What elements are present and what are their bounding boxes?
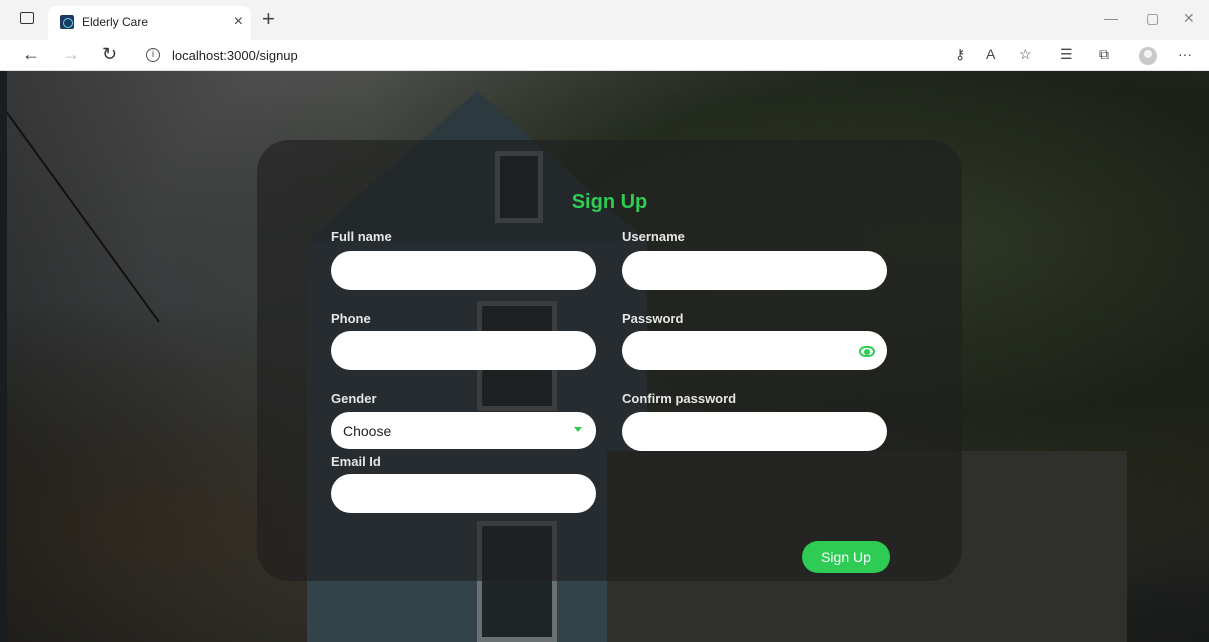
tab-title: Elderly Care (82, 15, 149, 29)
full-name-label: Full name (331, 229, 392, 244)
background-power-line (7, 111, 160, 323)
react-favicon-icon (60, 15, 74, 29)
password-input[interactable] (622, 331, 887, 370)
gender-selected-value: Choose (343, 423, 392, 439)
phone-input[interactable] (331, 331, 596, 370)
gender-label: Gender (331, 391, 377, 406)
email-label: Email Id (331, 454, 381, 469)
page-title: Sign Up (571, 191, 648, 213)
phone-label: Phone (331, 311, 371, 326)
tab-bar: Elderly Care × + — ▢ ✕ (0, 0, 1209, 40)
gender-select[interactable]: Choose (331, 412, 596, 449)
favorite-star-icon[interactable]: ☆ (1019, 46, 1032, 63)
full-name-input[interactable] (331, 251, 596, 290)
username-input[interactable] (622, 251, 887, 290)
refresh-icon[interactable]: ↻ (102, 44, 117, 65)
key-icon[interactable]: ⚷ (955, 46, 965, 63)
restore-icon[interactable]: ▢ (1146, 10, 1159, 27)
show-password-eye-icon[interactable] (859, 346, 875, 357)
back-arrow-icon[interactable]: ← (22, 44, 40, 65)
tab-actions-icon[interactable] (20, 12, 34, 24)
site-info-icon[interactable]: i (146, 48, 160, 62)
url-field[interactable]: localhost:3000/signup (172, 48, 298, 63)
new-tab-button[interactable]: + (262, 6, 275, 32)
collections-icon[interactable]: ⧉ (1099, 46, 1109, 63)
minimize-icon[interactable]: — (1104, 10, 1118, 26)
address-bar: ← → ↻ i localhost:3000/signup ⚷ A ☆ ☰ ⧉ … (0, 40, 1209, 71)
signup-page: Sign Up Full name Username Phone Passwor… (7, 71, 1209, 642)
sign-up-button[interactable]: Sign Up (802, 541, 890, 573)
favorites-list-icon[interactable]: ☰ (1060, 46, 1073, 63)
close-tab-icon[interactable]: × (234, 13, 243, 31)
browser-tab[interactable]: Elderly Care × (48, 6, 251, 40)
close-window-icon[interactable]: ✕ (1183, 10, 1195, 27)
confirm-password-label: Confirm password (622, 391, 737, 406)
signup-card: Sign Up Full name Username Phone Passwor… (257, 140, 962, 581)
dropdown-arrow-icon (574, 427, 582, 432)
more-menu-icon[interactable]: ··· (1178, 46, 1192, 62)
forward-arrow-icon[interactable]: → (62, 44, 80, 65)
email-input[interactable] (331, 474, 596, 513)
profile-avatar[interactable] (1139, 47, 1157, 65)
password-label: Password (622, 311, 684, 326)
username-label: Username (622, 229, 685, 244)
confirm-password-input[interactable] (622, 412, 887, 451)
read-aloud-icon[interactable]: A (986, 46, 995, 62)
